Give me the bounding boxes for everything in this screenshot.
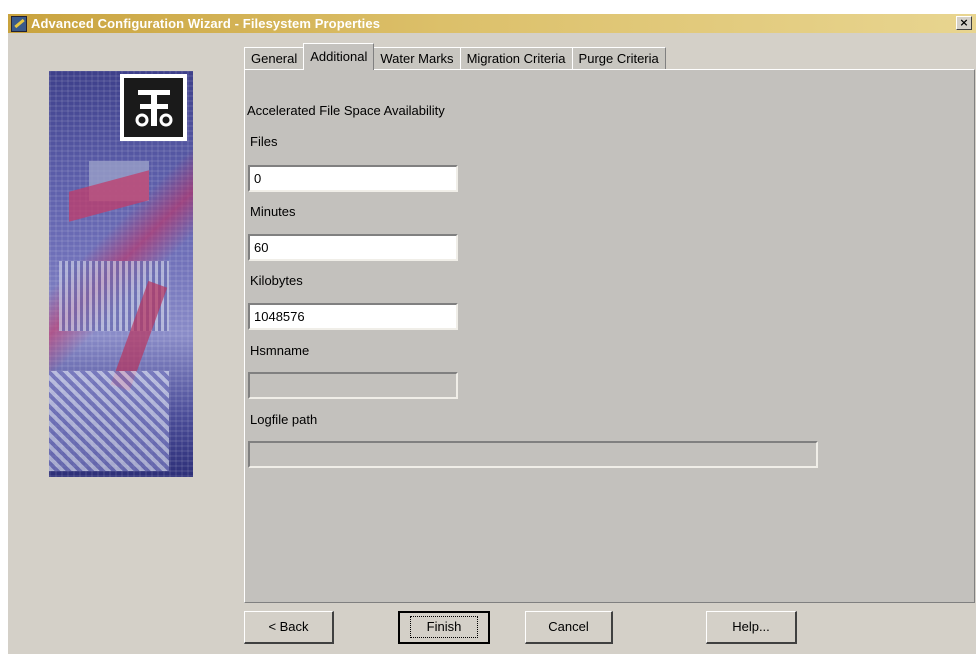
hsmname-input[interactable]	[248, 372, 458, 399]
wizard-app-icon	[11, 15, 27, 32]
cancel-button[interactable]: Cancel	[525, 611, 613, 644]
tab-water-marks[interactable]: Water Marks	[373, 47, 461, 70]
logfile-path-input[interactable]	[248, 441, 818, 468]
title-bar[interactable]: Advanced Configuration Wizard - Filesyst…	[8, 14, 976, 33]
tab-migration-criteria[interactable]: Migration Criteria	[459, 47, 573, 70]
kilobytes-label: Kilobytes	[250, 273, 303, 288]
finish-button-label: Finish	[409, 616, 479, 638]
wizard-window: Advanced Configuration Wizard - Filesyst…	[8, 14, 976, 654]
hsmname-label: Hsmname	[250, 343, 310, 358]
tab-strip: General Additional Water Marks Migration…	[244, 43, 666, 70]
help-button[interactable]: Help...	[706, 611, 797, 644]
window-title: Advanced Configuration Wizard - Filesyst…	[31, 16, 381, 31]
tab-additional[interactable]: Additional	[303, 43, 375, 70]
minutes-label: Minutes	[250, 204, 296, 219]
tab-purge-criteria[interactable]: Purge Criteria	[571, 47, 666, 70]
kilobytes-input[interactable]	[248, 303, 458, 330]
finish-button[interactable]: Finish	[398, 611, 490, 644]
wizard-side-image	[49, 71, 193, 477]
section-title: Accelerated File Space Availability	[247, 103, 445, 118]
minutes-input[interactable]	[248, 234, 458, 261]
back-button[interactable]: < Back	[244, 611, 334, 644]
close-button[interactable]: ×	[956, 16, 972, 30]
files-label: Files	[250, 134, 278, 149]
logfile-path-label: Logfile path	[250, 412, 318, 427]
tools-logo-icon	[120, 74, 187, 141]
additional-tab-panel: Accelerated File Space Availability File…	[244, 69, 975, 603]
tab-general[interactable]: General	[244, 47, 305, 70]
files-input[interactable]	[248, 165, 458, 192]
